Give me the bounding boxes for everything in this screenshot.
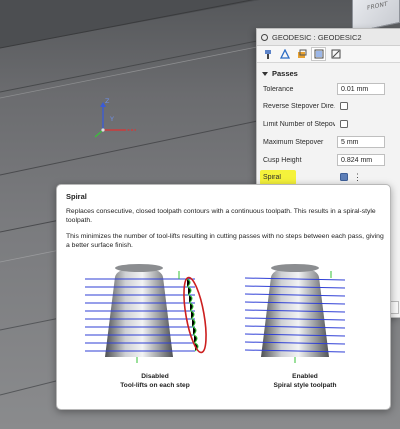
limit-stepovers-row: Limit Number of Stepov…	[257, 117, 400, 131]
enabled-caption-subtitle: Spiral style toolpath	[273, 381, 337, 389]
linking-tab[interactable]	[328, 47, 343, 61]
collapse-caret-icon	[262, 71, 268, 76]
tolerance-label: Tolerance	[263, 85, 294, 93]
geometry-tab[interactable]	[277, 47, 292, 61]
tolerance-field[interactable]: 0.01 mm	[337, 83, 385, 95]
tooltip-paragraph-1: Replaces consecutive, closed toolpath co…	[66, 208, 376, 224]
axis-y-label: Y	[109, 115, 114, 123]
passes-icon	[314, 49, 323, 59]
spiral-checkbox[interactable]	[340, 173, 348, 181]
cusp-height-row: Cusp Height 0.824 mm	[257, 153, 400, 167]
passes-section-header[interactable]: Passes	[257, 63, 400, 78]
linking-icon	[331, 49, 340, 59]
tooltip-paragraph-2: This minimizes the number of tool-lifts …	[66, 233, 384, 249]
spiral-enabled-illustration	[244, 264, 346, 363]
operation-status-icon	[261, 33, 268, 41]
tool-tab[interactable]	[260, 47, 275, 61]
spiral-label: Spiral	[263, 173, 281, 181]
limit-stepovers-checkbox[interactable]	[340, 120, 348, 128]
tool-icon	[264, 50, 271, 59]
maximum-stepover-row: Maximum Stepover 5 mm	[257, 135, 400, 149]
disabled-caption: Disabled Tool-lifts on each step	[95, 373, 215, 390]
reverse-stepover-checkbox[interactable]	[340, 102, 348, 110]
spiral-disabled-illustration	[85, 264, 207, 363]
passes-tab[interactable]	[311, 47, 326, 61]
panel-title: GEODESIC : GEODESIC2	[272, 32, 362, 42]
disabled-caption-title: Disabled	[141, 373, 169, 380]
enabled-caption: Enabled Spiral style toolpath	[245, 373, 365, 390]
tolerance-row: Tolerance 0.01 mm	[257, 82, 400, 96]
cusp-height-field[interactable]: 0.824 mm	[337, 154, 385, 166]
section-title: Passes	[272, 69, 298, 78]
panel-tabs	[257, 46, 400, 63]
spiral-tooltip: Spiral Replaces consecutive, closed tool…	[56, 184, 391, 410]
limit-stepovers-label: Limit Number of Stepov…	[263, 120, 335, 128]
panel-title-bar[interactable]: GEODESIC : GEODESIC2	[257, 29, 400, 46]
enabled-caption-title: Enabled	[292, 373, 318, 380]
geometry-icon	[279, 49, 290, 59]
axis-z-label: Z	[105, 97, 110, 105]
cusp-height-label: Cusp Height	[263, 156, 302, 164]
heights-icon	[297, 49, 306, 58]
reverse-stepover-row: Reverse Stepover Dire…	[257, 99, 400, 113]
maximum-stepover-field[interactable]: 5 mm	[337, 136, 385, 148]
heights-tab[interactable]	[294, 47, 309, 61]
reverse-stepover-label: Reverse Stepover Dire…	[263, 102, 335, 110]
disabled-caption-subtitle: Tool-lifts on each step	[120, 381, 190, 389]
maximum-stepover-label: Maximum Stepover	[263, 138, 324, 146]
more-options-icon[interactable]: ⋮	[353, 172, 362, 183]
tooltip-title: Spiral	[66, 192, 87, 201]
spiral-row: Spiral ⋮	[257, 169, 400, 185]
